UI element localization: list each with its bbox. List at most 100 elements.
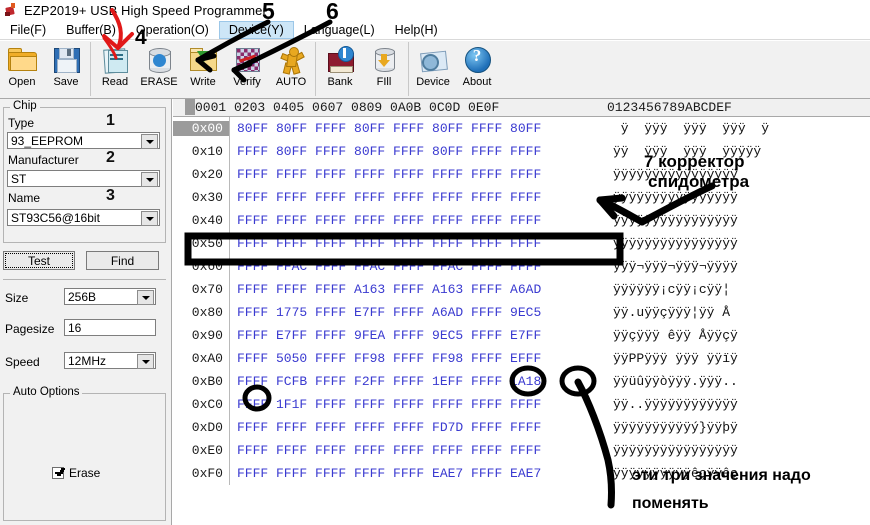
chevron-down-icon[interactable] (137, 354, 154, 369)
hex-bytes[interactable]: FFFF 1F1F FFFF FFFF FFFF FFFF FFFF FFFF (230, 397, 541, 412)
hex-bytes[interactable]: FFFF FFFF FFFF FFFF FFFF EAE7 FFFF EAE7 (230, 466, 541, 481)
hex-bytes[interactable]: FFFF FFFF FFFF FFFF FFFF FFFF FFFF FFFF (230, 236, 541, 251)
table-row[interactable]: 0x50 FFFF FFFF FFFF FFFF FFFF FFFF FFFF … (173, 232, 870, 255)
toolbar-separator-1 (90, 42, 91, 96)
auto-options-caption: Auto Options (10, 386, 83, 398)
hex-bytes[interactable]: FFFF 80FF FFFF 80FF FFFF 80FF FFFF FFFF (230, 144, 541, 159)
menu-item-language[interactable]: Language(L) (294, 21, 385, 39)
table-row[interactable]: 0xC0 FFFF 1F1F FFFF FFFF FFFF FFFF FFFF … (173, 393, 870, 416)
annotation-number-6: 6 (326, 0, 339, 24)
erase-checkbox-row[interactable]: Erase (52, 466, 100, 480)
hex-bytes[interactable]: FFFF FFFF FFFF FFFF FFFF FFFF FFFF FFFF (230, 443, 541, 458)
hex-bytes[interactable]: FFFF FFFF FFFF FFFF FFFF FFFF FFFF FFFF (230, 213, 541, 228)
table-row[interactable]: 0xE0 FFFF FFFF FFFF FFFF FFFF FFFF FFFF … (173, 439, 870, 462)
hex-ascii: ÿÿüûÿÿòÿÿÿ.ÿÿÿ.. (613, 374, 738, 389)
find-button[interactable]: Find (86, 251, 159, 270)
hex-ascii: ÿÿçÿÿÿ êÿÿ Åÿÿçÿ (613, 328, 738, 343)
toolbar-button-bank[interactable]: Bank (318, 41, 362, 97)
table-row[interactable]: 0x60 FFFF FFAC FFFF FFAC FFFF FFAC FFFF … (173, 255, 870, 278)
chevron-down-icon[interactable] (141, 211, 158, 226)
toolbar-button-verify[interactable]: Verify (225, 41, 269, 97)
table-row[interactable]: 0x70 FFFF FFFF FFFF A163 FFFF A163 FFFF … (173, 278, 870, 301)
hex-ascii: ÿÿÿÿÿÿÿÿÿÿÿÿÿÿÿÿ (613, 443, 738, 458)
test-button[interactable]: Test (3, 251, 75, 270)
app-icon (4, 3, 18, 17)
erase-checkbox[interactable] (52, 467, 64, 479)
manufacturer-label: Manufacturer (8, 153, 79, 167)
size-select[interactable]: 256B (64, 288, 156, 305)
toolbar-group-info: Device ? About (411, 41, 499, 97)
hex-bytes[interactable]: FFFF FFAC FFFF FFAC FFFF FFAC FFFF FFFF (230, 259, 541, 274)
toolbar-label-fill: FIll (376, 76, 392, 88)
chevron-down-icon[interactable] (137, 290, 154, 305)
menu-bar: File(F) Buffer(B) Operation(O) Device(Y)… (0, 20, 870, 40)
table-row[interactable]: 0x10 FFFF 80FF FFFF 80FF FFFF 80FF FFFF … (173, 140, 870, 163)
hex-address: 0x50 (191, 236, 223, 251)
hex-bytes[interactable]: FFFF FFFF FFFF FFFF FFFF FFFF FFFF FFFF (230, 190, 541, 205)
menu-item-device[interactable]: Device(Y) (218, 20, 294, 39)
menu-item-help[interactable]: Help(H) (385, 21, 448, 39)
chevron-down-icon[interactable] (141, 134, 158, 149)
hex-bytes[interactable]: FFFF 1775 FFFF E7FF FFFF A6AD FFFF 9EC5 (230, 305, 541, 320)
toolbar-button-save[interactable]: Save (44, 41, 88, 97)
toolbar-label-write: Write (190, 76, 216, 88)
hex-ascii: ÿÿÿ¬ÿÿÿ¬ÿÿÿ¬ÿÿÿÿ (613, 259, 738, 274)
annotation-number-4: 4 (135, 26, 147, 49)
bank-book-icon (325, 44, 355, 74)
hex-bytes[interactable]: FFFF 5050 FFFF FF98 FFFF FF98 FFFF EFFF (230, 351, 541, 366)
annotation-note-top-line2: спидометра (648, 172, 750, 191)
pagesize-input[interactable]: 16 (64, 319, 156, 336)
hex-editor[interactable]: 0001 0203 0405 0607 0809 0A0B 0C0D 0E0F … (173, 99, 870, 525)
hex-bytes[interactable]: FFFF FFFF FFFF FFFF FFFF FD7D FFFF FFFF (230, 420, 541, 435)
pagesize-label: Pagesize (5, 322, 55, 336)
hex-rows[interactable]: 0x00 80FF 80FF FFFF 80FF FFFF 80FF FFFF … (173, 117, 870, 485)
chip-name-select[interactable]: ST93C56@16bit (7, 209, 160, 226)
toolbar-button-write[interactable]: Write (181, 41, 225, 97)
chip-type-select[interactable]: 93_EEPROM (7, 132, 160, 149)
toolbar-button-about[interactable]: ? About (455, 41, 499, 97)
table-row[interactable]: 0xD0 FFFF FFFF FFFF FFFF FFFF FD7D FFFF … (173, 416, 870, 439)
toolbar-button-device[interactable]: Device (411, 41, 455, 97)
pagesize-value: 16 (68, 320, 82, 335)
toolbar-label-erase: ERASE (140, 76, 178, 88)
menu-item-buffer[interactable]: Buffer(B) (56, 21, 126, 39)
hex-ascii-columns: 0123456789ABCDEF (607, 100, 732, 115)
hex-address: 0xA0 (191, 351, 223, 366)
speed-select[interactable]: 12MHz (64, 352, 156, 369)
toolbar-label-bank: Bank (327, 76, 353, 88)
toolbar-button-open[interactable]: Open (0, 41, 44, 97)
erase-checkbox-label: Erase (69, 466, 101, 480)
hex-address: 0x60 (191, 259, 223, 274)
hex-bytes[interactable]: FFFF E7FF FFFF 9FEA FFFF 9EC5 FFFF E7FF (230, 328, 541, 343)
table-row[interactable]: 0x30 FFFF FFFF FFFF FFFF FFFF FFFF FFFF … (173, 186, 870, 209)
open-folder-icon (7, 44, 37, 74)
speed-value: 12MHz (68, 353, 107, 368)
hex-bytes[interactable]: FFFF FCFB FFFF F2FF FFFF 1EFF FFFF 1A18 (230, 374, 541, 389)
hex-address: 0x30 (191, 190, 223, 205)
toolbar-button-read[interactable]: Read (93, 41, 137, 97)
title-bar: EZP2019+ USB High Speed Programmer (0, 0, 870, 20)
fill-cylinder-icon (369, 44, 399, 74)
window-title: EZP2019+ USB High Speed Programmer (24, 2, 267, 18)
hex-bytes[interactable]: 80FF 80FF FFFF 80FF FFFF 80FF FFFF 80FF (230, 121, 541, 136)
table-row[interactable]: 0x90 FFFF E7FF FFFF 9FEA FFFF 9EC5 FFFF … (173, 324, 870, 347)
table-row[interactable]: 0xA0 FFFF 5050 FFFF FF98 FFFF FF98 FFFF … (173, 347, 870, 370)
hex-address: 0x40 (191, 213, 223, 228)
table-row[interactable]: 0x40 FFFF FFFF FFFF FFFF FFFF FFFF FFFF … (173, 209, 870, 232)
toolbar-button-auto[interactable]: AUTO (269, 41, 313, 97)
table-row[interactable]: 0x80 FFFF 1775 FFFF E7FF FFFF A6AD FFFF … (173, 301, 870, 324)
table-row[interactable]: 0xB0 FFFF FCFB FFFF F2FF FFFF 1EFF FFFF … (173, 370, 870, 393)
menu-item-file[interactable]: File(F) (0, 21, 56, 39)
toolbar-separator-3 (408, 42, 409, 96)
table-row[interactable]: 0x00 80FF 80FF FFFF 80FF FFFF 80FF FFFF … (173, 117, 870, 140)
hex-ascii: ÿÿPPÿÿÿ ÿÿÿ ÿÿïÿ (613, 351, 738, 366)
hex-bytes[interactable]: FFFF FFFF FFFF FFFF FFFF FFFF FFFF FFFF (230, 167, 541, 182)
hex-address: 0x90 (191, 328, 223, 343)
chevron-down-icon[interactable] (141, 172, 158, 187)
chip-manufacturer-select[interactable]: ST (7, 170, 160, 187)
hex-bytes[interactable]: FFFF FFFF FFFF A163 FFFF A163 FFFF A6AD (230, 282, 541, 297)
hex-column-header: 0001 0203 0405 0607 0809 0A0B 0C0D 0E0F … (173, 99, 870, 117)
table-row[interactable]: 0x20 FFFF FFFF FFFF FFFF FFFF FFFF FFFF … (173, 163, 870, 186)
toolbar-button-fill[interactable]: FIll (362, 41, 406, 97)
hex-ascii: ÿÿ..ÿÿÿÿÿÿÿÿÿÿÿÿ (613, 397, 738, 412)
